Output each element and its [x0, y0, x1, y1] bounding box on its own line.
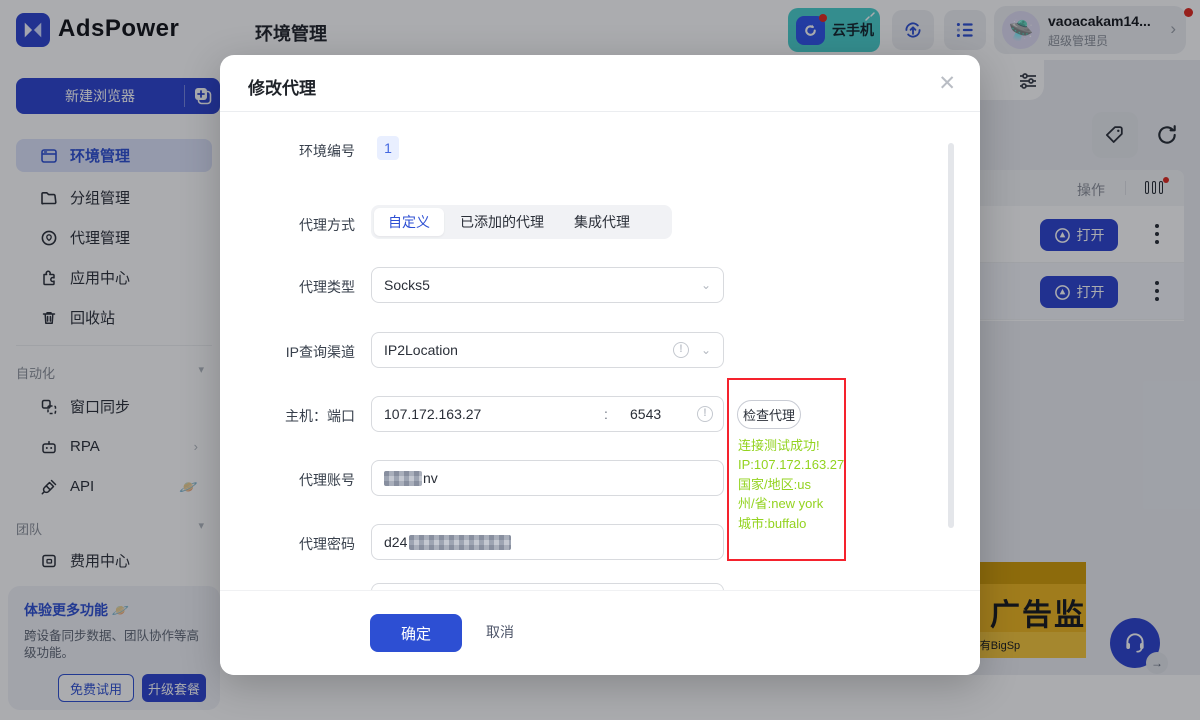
chevron-down-icon: ⌄	[701, 343, 711, 357]
ip-channel-label: IP查询渠道	[220, 342, 355, 362]
host-port-separator: :	[604, 406, 608, 422]
account-visible-text: nv	[423, 470, 438, 486]
censored-text	[384, 471, 422, 486]
result-line: 连接测试成功!	[738, 436, 844, 455]
proxy-mode-tabs: 自定义 已添加的代理 集成代理	[371, 205, 672, 239]
port-value: 6543	[630, 406, 661, 422]
modal-scrollbar[interactable]	[948, 143, 954, 528]
proxy-type-label: 代理类型	[220, 277, 355, 297]
close-icon[interactable]: ✕	[938, 71, 956, 96]
modal-footer: 确定 取消	[220, 590, 980, 675]
proxy-mode-label: 代理方式	[220, 215, 355, 235]
host-port-input[interactable]: 107.172.163.27 : 6543 !	[371, 396, 724, 432]
proxy-password-label: 代理密码	[220, 534, 355, 554]
confirm-button[interactable]: 确定	[370, 614, 462, 652]
tab-custom[interactable]: 自定义	[374, 208, 444, 236]
result-line: 国家/地区:us	[738, 475, 844, 494]
proxy-test-results: 连接测试成功! IP:107.172.163.27 国家/地区:us 州/省:n…	[738, 436, 844, 533]
password-visible-text: d24	[384, 534, 407, 550]
result-line: 城市:buffalo	[738, 514, 844, 533]
chevron-down-icon: ⌄	[701, 278, 711, 292]
env-number-label: 环境编号	[220, 141, 355, 161]
info-icon: !	[697, 406, 713, 422]
check-proxy-highlight-box: 检查代理 连接测试成功! IP:107.172.163.27 国家/地区:us …	[727, 378, 846, 561]
host-value: 107.172.163.27	[384, 406, 481, 422]
app-screen: AdsPower 环境管理 云手机 🛸 vaoacakam14... 超级管理员…	[0, 0, 1200, 720]
check-proxy-button[interactable]: 检查代理	[737, 400, 801, 429]
edit-proxy-modal: 修改代理 ✕ 环境编号 1 代理方式 自定义 已添加的代理 集成代理 代理类型 …	[220, 55, 980, 675]
tab-integrated-proxy[interactable]: 集成代理	[560, 208, 644, 236]
proxy-account-input[interactable]: nv	[371, 460, 724, 496]
ip-channel-value: IP2Location	[384, 342, 458, 358]
info-icon: !	[673, 342, 689, 358]
result-line: 州/省:new york	[738, 494, 844, 513]
proxy-account-label: 代理账号	[220, 470, 355, 490]
proxy-type-value: Socks5	[384, 277, 430, 293]
env-number-badge: 1	[377, 136, 399, 160]
modal-header: 修改代理 ✕	[220, 55, 980, 112]
host-port-label: 主机：端口	[220, 406, 355, 426]
result-line: IP:107.172.163.27	[738, 455, 844, 474]
proxy-password-input[interactable]: d24	[371, 524, 724, 560]
proxy-type-select[interactable]: Socks5 ⌄	[371, 267, 724, 303]
tab-added-proxies[interactable]: 已添加的代理	[446, 208, 558, 236]
cancel-button[interactable]: 取消	[486, 622, 514, 642]
ip-channel-select[interactable]: IP2Location ! ⌄	[371, 332, 724, 368]
censored-text	[409, 535, 511, 550]
modal-title: 修改代理	[248, 74, 316, 99]
